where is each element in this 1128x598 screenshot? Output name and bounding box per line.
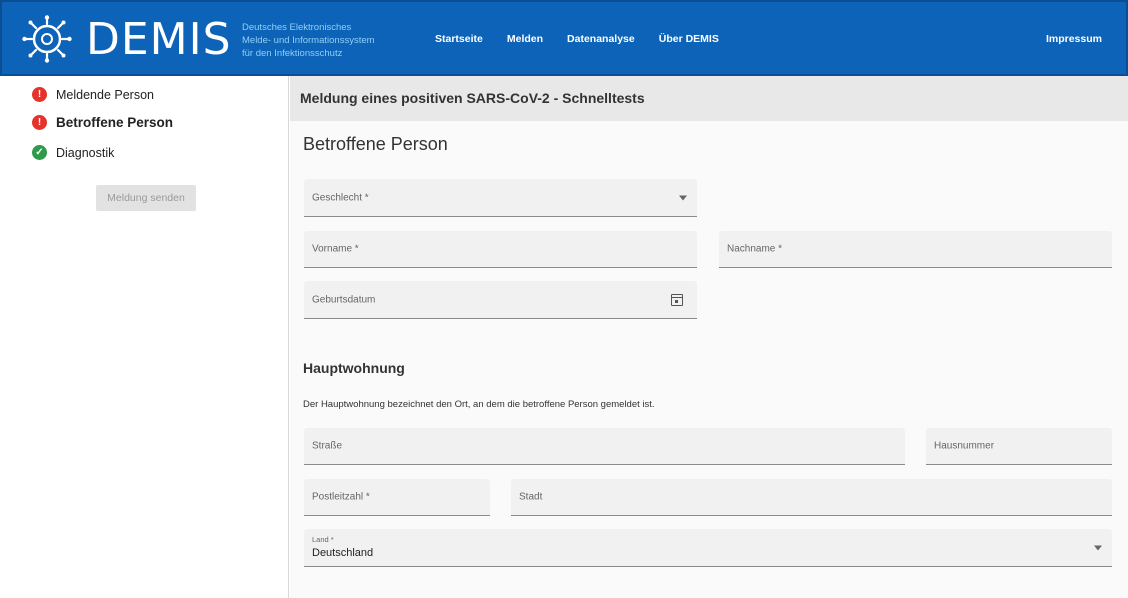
form-title: Meldung eines positiven SARS-CoV-2 - Sch…	[300, 90, 645, 106]
logo-subtitle-line: Melde- und Informationssystem	[242, 35, 375, 46]
field-label: Straße	[312, 440, 343, 452]
sidebar-item-betroffene-person[interactable]: ! Betroffene Person	[32, 115, 173, 130]
app-header: DEMIS Deutsches Elektronisches Melde- un…	[0, 0, 1128, 76]
check-icon: ✓	[32, 145, 47, 160]
field-value: Deutschland	[312, 547, 374, 559]
chevron-down-icon	[1094, 545, 1102, 550]
nav-datenanalyse[interactable]: Datenanalyse	[567, 33, 635, 45]
form-header-bar: Meldung eines positiven SARS-CoV-2 - Sch…	[290, 76, 1128, 121]
field-label: Vorname *	[312, 243, 359, 255]
nav-startseite[interactable]: Startseite	[435, 33, 483, 45]
birthdate-field[interactable]: Geburtsdatum	[304, 281, 697, 319]
nav-melden[interactable]: Melden	[507, 33, 543, 45]
field-label: Geschlecht *	[312, 192, 369, 203]
error-icon: !	[32, 115, 47, 130]
sidebar-item-meldende-person[interactable]: ! Meldende Person	[32, 87, 154, 102]
calendar-icon[interactable]	[671, 293, 683, 306]
main-content: Meldung eines positiven SARS-CoV-2 - Sch…	[290, 76, 1128, 598]
country-select[interactable]: Land * Deutschland	[304, 529, 1112, 567]
error-icon: !	[32, 87, 47, 102]
send-report-button[interactable]: Meldung senden	[96, 185, 196, 211]
last-name-field[interactable]: Nachname *	[719, 231, 1112, 268]
gender-select[interactable]: Geschlecht *	[304, 179, 697, 217]
field-label: Stadt	[519, 491, 543, 503]
main-nav: Startseite Melden Datenanalyse Über DEMI…	[435, 33, 743, 45]
section-title: Betroffene Person	[303, 134, 448, 154]
field-label: Land *	[312, 535, 334, 544]
nav-ueber-demis[interactable]: Über DEMIS	[659, 33, 719, 45]
house-number-field[interactable]: Hausnummer	[926, 428, 1112, 465]
nav-impressum[interactable]: Impressum	[1046, 33, 1102, 45]
demis-logo-icon	[22, 15, 72, 63]
logo-subtitle-line: für den Infektionsschutz	[242, 48, 343, 59]
sidebar-item-label: Diagnostik	[56, 145, 115, 160]
first-name-field[interactable]: Vorname *	[304, 231, 697, 268]
field-label: Nachname *	[727, 243, 783, 255]
city-field[interactable]: Stadt	[511, 479, 1112, 516]
logo-subtitle-line: Deutsches Elektronisches	[242, 22, 352, 33]
field-label: Postleitzahl *	[312, 491, 370, 503]
field-label: Hausnummer	[934, 440, 995, 452]
sidebar-item-label: Meldende Person	[56, 87, 154, 102]
sidebar-item-diagnostik[interactable]: ✓ Diagnostik	[32, 145, 114, 160]
chevron-down-icon	[679, 195, 687, 200]
address-section-title: Hauptwohnung	[303, 360, 405, 376]
street-field[interactable]: Straße	[304, 428, 905, 465]
logo-subtitle: Deutsches Elektronisches Melde- und Info…	[242, 21, 412, 60]
field-label: Geburtsdatum	[312, 294, 376, 305]
logo-text: DEMIS	[86, 14, 232, 65]
sidebar: ! Meldende Person ! Betroffene Person ✓ …	[2, 76, 289, 598]
sidebar-item-label: Betroffene Person	[56, 115, 174, 130]
postal-code-field[interactable]: Postleitzahl *	[304, 479, 490, 516]
address-description: Der Hauptwohnung bezeichnet den Ort, an …	[303, 399, 655, 410]
